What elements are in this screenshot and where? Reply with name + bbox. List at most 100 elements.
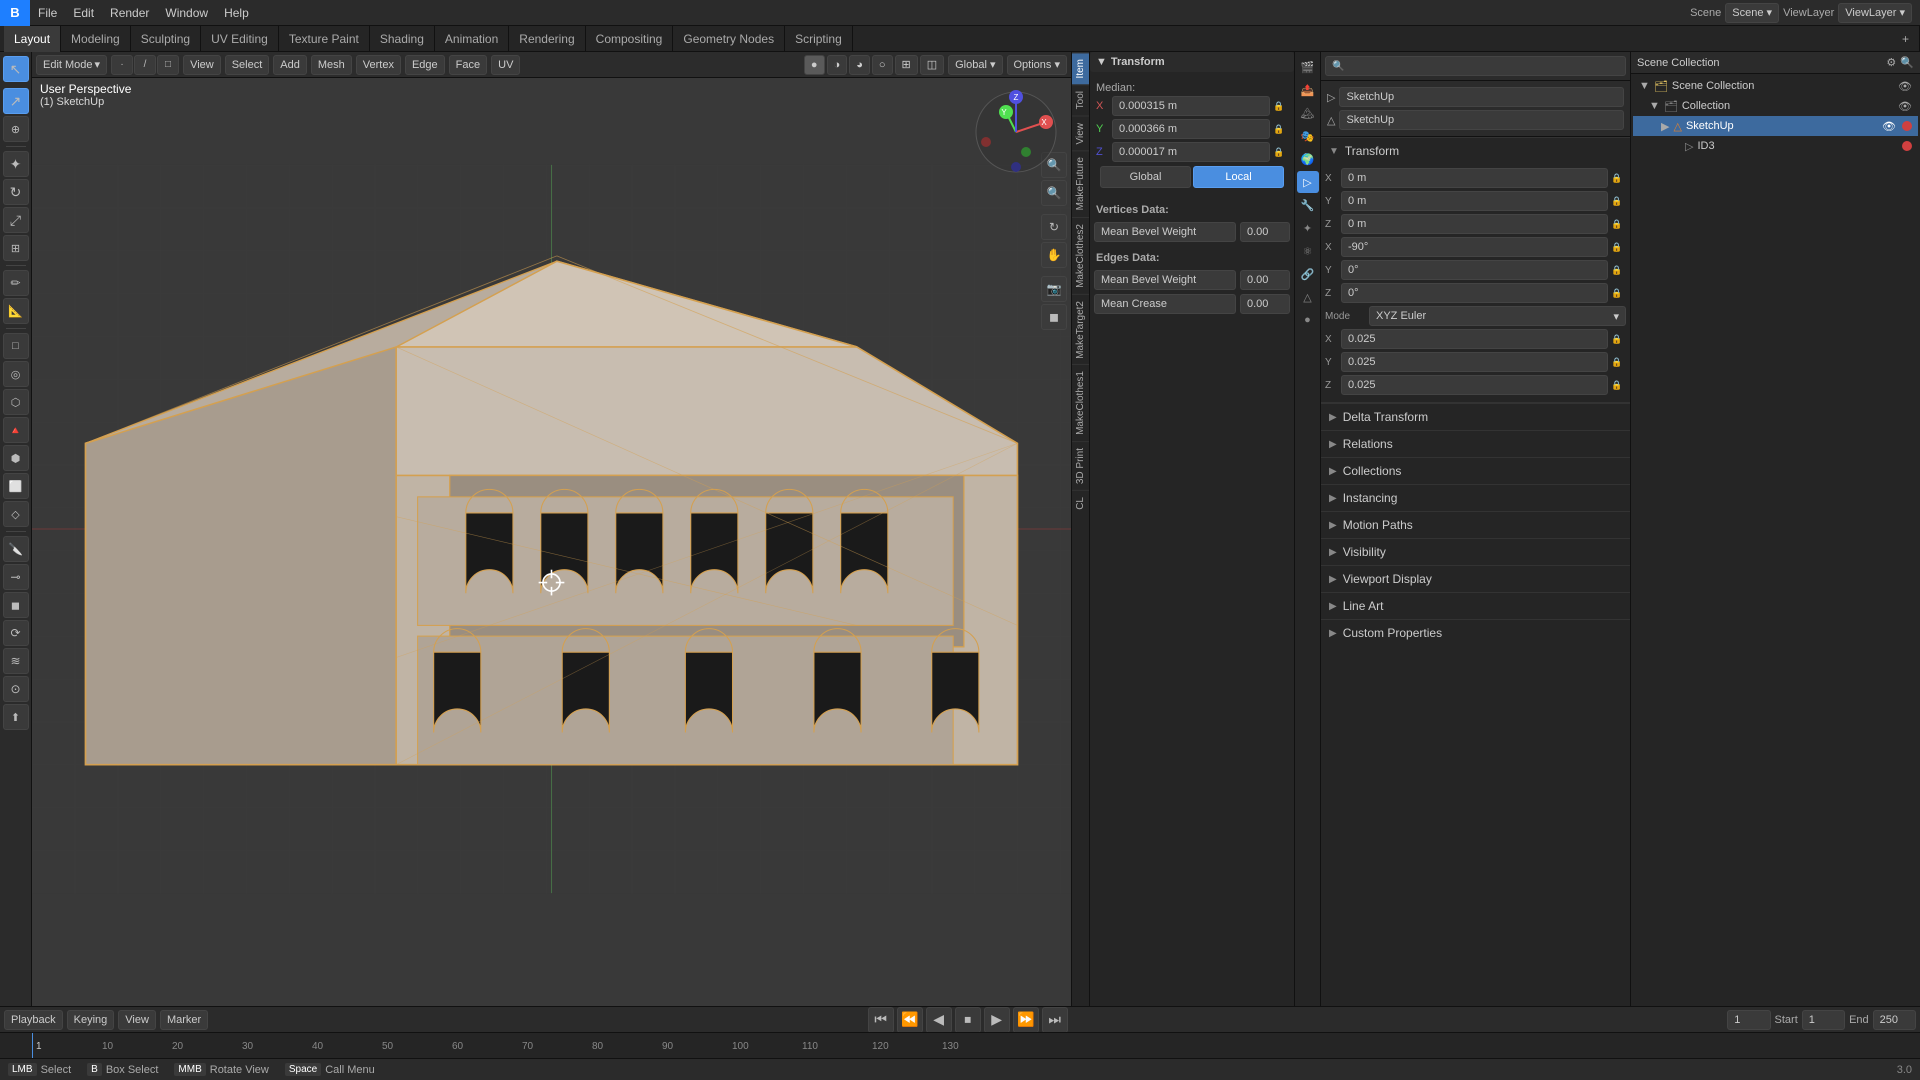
item-tab[interactable]: Item	[1072, 52, 1089, 84]
push-pull-tool[interactable]: ⬆	[3, 704, 29, 730]
z-lock-icon[interactable]: 🔒	[1272, 145, 1286, 159]
z-value-field[interactable]: 0.000017 m	[1112, 142, 1270, 162]
motion-paths-section[interactable]: ▶ Motion Paths	[1321, 511, 1630, 538]
instancing-section[interactable]: ▶ Instancing	[1321, 484, 1630, 511]
rot-x-lock[interactable]: 🔒	[1610, 240, 1624, 254]
maketarget2-tab[interactable]: MakeTarget2	[1072, 294, 1089, 365]
sketchup-item[interactable]: ▶ △ SketchUp 👁	[1633, 116, 1918, 136]
loc-z-lock[interactable]: 🔒	[1610, 217, 1624, 231]
viewport-shading-mat[interactable]: ○	[872, 55, 893, 75]
view-layer-props-icon[interactable]: 🏔	[1297, 102, 1319, 124]
add-tool-6[interactable]: ⬜	[3, 473, 29, 499]
camera-view-btn[interactable]: 📷	[1041, 276, 1067, 302]
material-props-icon[interactable]: ●	[1297, 309, 1319, 331]
local-btn[interactable]: Local	[1193, 166, 1284, 188]
3dprint-tab[interactable]: 3D Print	[1072, 441, 1089, 490]
viewport-gizmo[interactable]: X Y Z	[971, 87, 1061, 177]
play-btn[interactable]: ▶	[984, 1007, 1010, 1033]
rot-z-field[interactable]: 0°	[1341, 283, 1608, 303]
loc-z-field[interactable]: 0 m	[1341, 214, 1608, 234]
select-tool[interactable]: ↗	[3, 88, 29, 114]
delta-transform-section[interactable]: ▶ Delta Transform	[1321, 403, 1630, 430]
step-forward-btn[interactable]: ⏩	[1013, 1007, 1039, 1033]
help-menu[interactable]: Help	[216, 0, 257, 26]
mean-bevel-weight-e-label[interactable]: Mean Bevel Weight	[1094, 270, 1236, 290]
pan-btn[interactable]: ✋	[1041, 242, 1067, 268]
vertex-select-btn[interactable]: ·	[111, 55, 133, 75]
stop-btn[interactable]: ⏹	[955, 1007, 981, 1033]
render-props-icon[interactable]: 🎬	[1297, 56, 1319, 78]
viewport-shading-rendered[interactable]: ◕	[849, 55, 870, 75]
scene-selector[interactable]: Scene ▾	[1725, 3, 1779, 23]
scene-collection-item[interactable]: ▼ 🗂 Scene Collection 👁	[1633, 76, 1918, 96]
scale-x-lock[interactable]: 🔒	[1610, 332, 1624, 346]
makeclothes1-tab[interactable]: MakeClothes1	[1072, 364, 1089, 441]
xray-btn[interactable]: ◫	[920, 55, 944, 75]
mesh-menu[interactable]: Mesh	[311, 55, 352, 75]
scene-col-vis-icon[interactable]: 👁	[1898, 80, 1912, 93]
tab-scripting[interactable]: Scripting	[785, 26, 853, 52]
visibility-section[interactable]: ▶ Visibility	[1321, 538, 1630, 565]
cursor-tool[interactable]: ↖	[3, 56, 29, 82]
world-props-icon[interactable]: 🌍	[1297, 148, 1319, 170]
keying-btn[interactable]: Keying	[67, 1010, 115, 1030]
global-local-btn[interactable]: Global ▾	[948, 55, 1002, 75]
loc-x-field[interactable]: 0 m	[1341, 168, 1608, 188]
jump-end-btn[interactable]: ⏭	[1042, 1007, 1068, 1033]
add-tool-5[interactable]: ⬢	[3, 445, 29, 471]
3d-viewport[interactable]: Edit Mode ▾ · / □ View Select Add Mesh V…	[32, 52, 1071, 1006]
rotate-tool[interactable]: ↻	[3, 179, 29, 205]
mean-crease-label[interactable]: Mean Crease	[1094, 294, 1236, 314]
particles-props-icon[interactable]: ✦	[1297, 217, 1319, 239]
col-vis-icon[interactable]: 👁	[1898, 100, 1912, 113]
move-tool[interactable]: ✦	[3, 151, 29, 177]
outliner-search-icon[interactable]: 🔍	[1900, 56, 1914, 69]
vertex-menu[interactable]: Vertex	[356, 55, 401, 75]
loc-y-lock[interactable]: 🔒	[1610, 194, 1624, 208]
measure-tool[interactable]: 📐	[3, 298, 29, 324]
marker-btn[interactable]: Marker	[160, 1010, 208, 1030]
x-lock-icon[interactable]: 🔒	[1272, 99, 1286, 113]
transform-collapse-header[interactable]: ▼ Transform	[1321, 137, 1630, 164]
knife-tool[interactable]: 🔪	[3, 536, 29, 562]
cl-tab[interactable]: CL	[1072, 490, 1089, 516]
render-menu[interactable]: Render	[102, 0, 157, 26]
add-tool-7[interactable]: ◇	[3, 501, 29, 527]
id3-item[interactable]: ▷ ID3	[1633, 136, 1918, 156]
line-art-section[interactable]: ▶ Line Art	[1321, 592, 1630, 619]
add-tool-3[interactable]: ⬡	[3, 389, 29, 415]
cursor-tool-2[interactable]: ⊕	[3, 116, 29, 142]
tab-geometry-nodes[interactable]: Geometry Nodes	[673, 26, 785, 52]
tab-compositing[interactable]: Compositing	[586, 26, 674, 52]
object-name-field[interactable]: SketchUp	[1339, 87, 1624, 107]
mean-crease-value[interactable]: 0.00	[1240, 294, 1290, 314]
shrink-tool[interactable]: ⊙	[3, 676, 29, 702]
custom-properties-section[interactable]: ▶ Custom Properties	[1321, 619, 1630, 646]
data-props-icon[interactable]: △	[1297, 286, 1319, 308]
makeclothes2-tab[interactable]: MakeClothes2	[1072, 217, 1089, 294]
add-workspace-btn[interactable]: +	[1892, 26, 1920, 52]
start-frame-field[interactable]: 1	[1802, 1010, 1845, 1030]
transform-section-header[interactable]: ▼ Transform	[1090, 52, 1294, 72]
options-btn[interactable]: Options ▾	[1007, 55, 1068, 75]
collections-section[interactable]: ▶ Collections	[1321, 457, 1630, 484]
mean-bevel-weight-v-label[interactable]: Mean Bevel Weight	[1094, 222, 1236, 242]
tab-animation[interactable]: Animation	[435, 26, 509, 52]
scale-z-lock[interactable]: 🔒	[1610, 378, 1624, 392]
mean-bevel-weight-v-value[interactable]: 0.00	[1240, 222, 1290, 242]
jump-start-btn[interactable]: ⏮	[868, 1007, 894, 1033]
scale-x-field[interactable]: 0.025	[1341, 329, 1608, 349]
smooth-tool[interactable]: ≋	[3, 648, 29, 674]
poly-build-tool[interactable]: ◼	[3, 592, 29, 618]
step-back-btn[interactable]: ⏪	[897, 1007, 923, 1033]
modifier-props-icon[interactable]: 🔧	[1297, 194, 1319, 216]
viewport-display-section[interactable]: ▶ Viewport Display	[1321, 565, 1630, 592]
add-tool-2[interactable]: ◎	[3, 361, 29, 387]
rot-y-lock[interactable]: 🔒	[1610, 263, 1624, 277]
tab-texture-paint[interactable]: Texture Paint	[279, 26, 370, 52]
collection-item[interactable]: ▼ 🗂 Collection 👁	[1633, 96, 1918, 116]
scale-z-field[interactable]: 0.025	[1341, 375, 1608, 395]
outliner-filter-icon[interactable]: ⚙	[1886, 56, 1896, 69]
uv-menu[interactable]: UV	[491, 55, 520, 75]
face-menu[interactable]: Face	[449, 55, 487, 75]
